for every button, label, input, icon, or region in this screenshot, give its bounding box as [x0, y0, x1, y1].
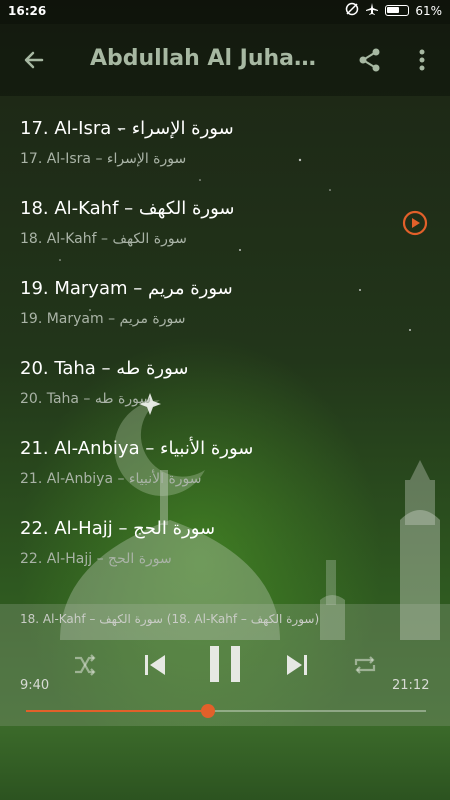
- previous-icon[interactable]: [142, 652, 168, 682]
- track-title: 20. Taha – سورة طه: [20, 358, 189, 379]
- player-bar: 18. Al-Kahf – سورة الكهف (18. Al-Kahf – …: [0, 604, 450, 726]
- track-title: 17. Al-Isra – سورة الإسراء: [20, 118, 234, 139]
- now-playing-label: 18. Al-Kahf – سورة الكهف (18. Al-Kahf – …: [20, 612, 320, 626]
- track-subtitle: 18. Al-Kahf – سورة الكهف: [20, 231, 187, 247]
- list-item[interactable]: 20. Taha – سورة طه 20. Taha – سورة طه: [0, 336, 450, 416]
- pause-icon[interactable]: [206, 644, 244, 688]
- airplane-icon: [365, 2, 379, 19]
- battery-icon: [385, 5, 410, 16]
- track-title: 21. Al-Anbiya – سورة الأنبياء: [20, 438, 254, 459]
- track-list: 17. Al-Isra – سورة الإسراء 17. Al-Isra –…: [0, 96, 450, 604]
- shuffle-icon[interactable]: [72, 652, 98, 682]
- list-item[interactable]: 18. Al-Kahf – سورة الكهف 18. Al-Kahf – س…: [0, 176, 450, 256]
- app-bar: Abdullah Al Juhani...: [0, 24, 450, 96]
- more-vert-icon[interactable]: [412, 46, 432, 74]
- seek-bar[interactable]: [26, 704, 426, 718]
- page-title: Abdullah Al Juhani...: [90, 46, 320, 71]
- repeat-icon[interactable]: [352, 652, 378, 682]
- status-bar: 16:26 61%: [0, 0, 450, 24]
- total-duration: 21:12: [392, 678, 430, 693]
- track-title: 22. Al-Hajj – سورة الحج: [20, 518, 216, 539]
- status-icons: 61%: [345, 2, 442, 19]
- track-subtitle: 17. Al-Isra – سورة الإسراء: [20, 151, 187, 167]
- track-subtitle: 22. Al-Hajj – سورة الحج: [20, 551, 172, 567]
- track-subtitle: 19. Maryam – سورة مريم: [20, 311, 186, 327]
- play-circle-icon[interactable]: [402, 210, 428, 236]
- track-subtitle: 20. Taha – سورة طه: [20, 391, 152, 407]
- bottom-background: [0, 726, 450, 800]
- list-item[interactable]: 17. Al-Isra – سورة الإسراء 17. Al-Isra –…: [0, 96, 450, 176]
- next-icon[interactable]: [284, 652, 310, 682]
- track-subtitle: 21. Al-Anbiya – سورة الأنبياء: [20, 471, 202, 487]
- track-title: 19. Maryam – سورة مريم: [20, 278, 233, 299]
- seek-progress: [26, 710, 209, 712]
- share-icon[interactable]: [356, 46, 384, 74]
- elapsed-time: 9:40: [20, 678, 50, 693]
- seek-thumb[interactable]: [201, 704, 216, 718]
- status-time: 16:26: [8, 4, 47, 18]
- list-item[interactable]: 22. Al-Hajj – سورة الحج 22. Al-Hajj – سو…: [0, 496, 450, 576]
- back-arrow-icon[interactable]: [20, 46, 48, 74]
- dnd-icon: [345, 2, 359, 19]
- list-item[interactable]: 19. Maryam – سورة مريم 19. Maryam – سورة…: [0, 256, 450, 336]
- list-item[interactable]: 21. Al-Anbiya – سورة الأنبياء 21. Al-Anb…: [0, 416, 450, 496]
- battery-percent: 61%: [415, 3, 442, 18]
- track-title: 18. Al-Kahf – سورة الكهف: [20, 198, 235, 219]
